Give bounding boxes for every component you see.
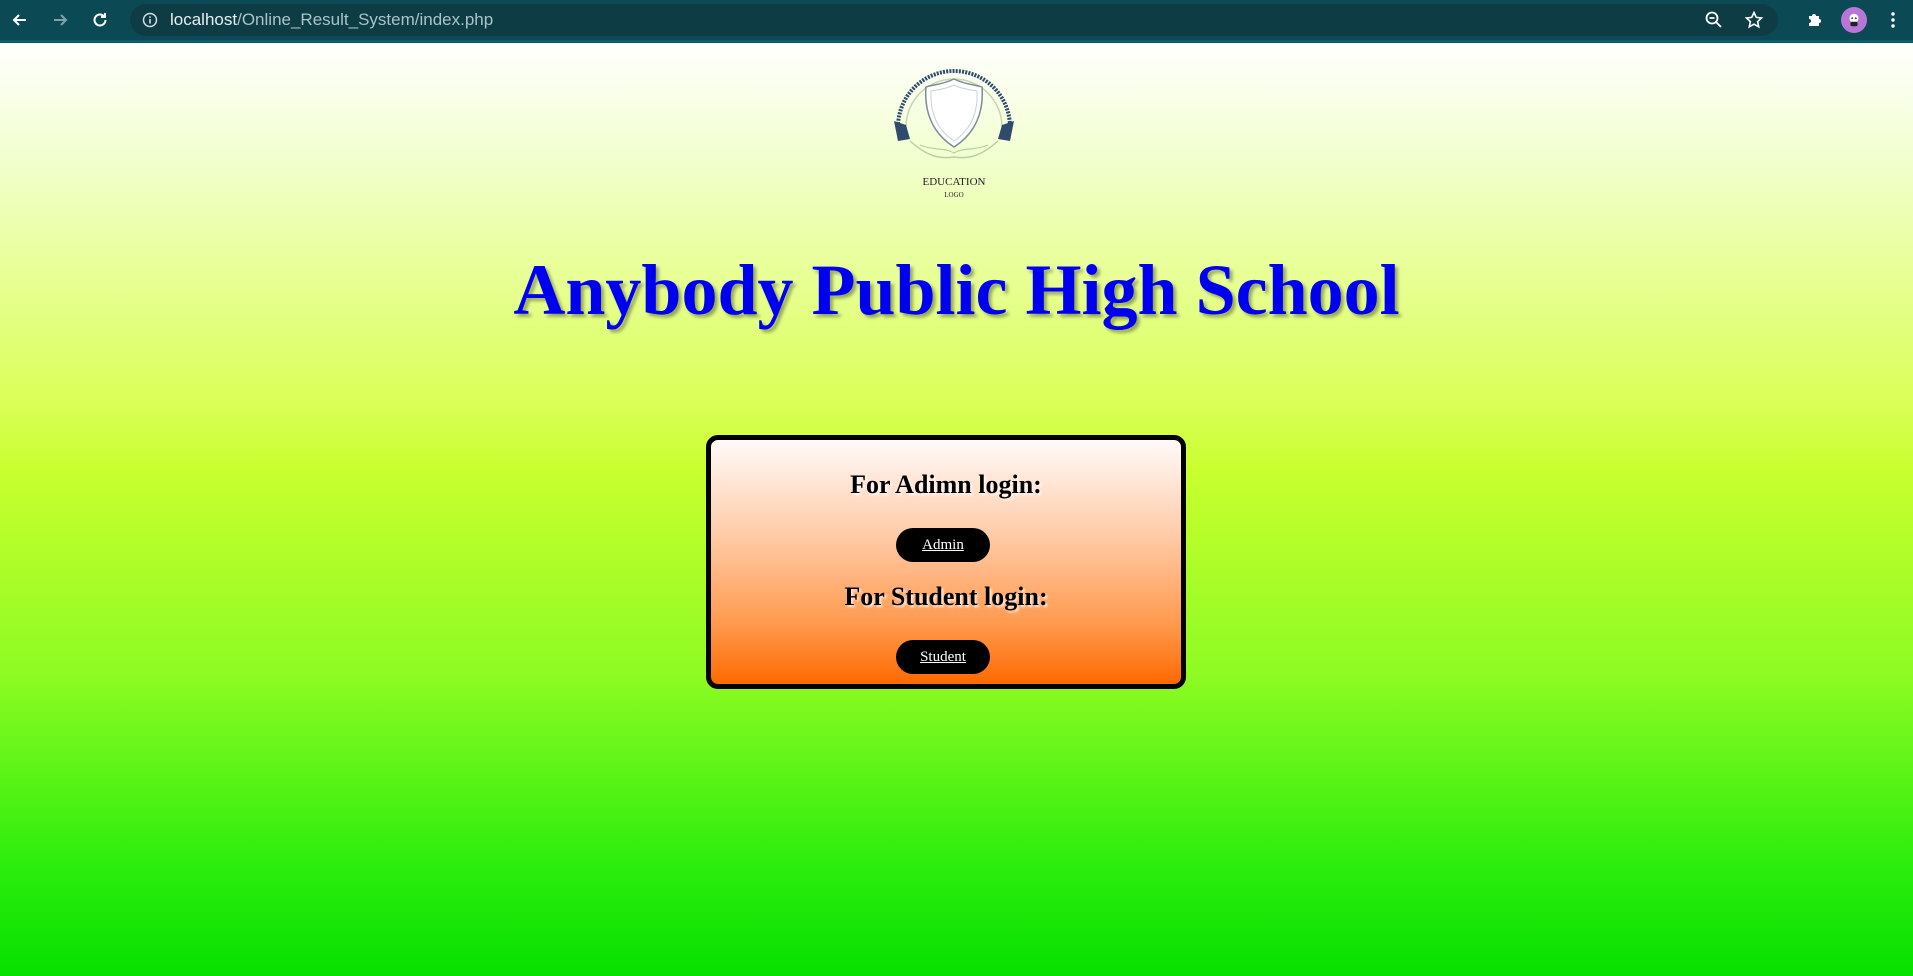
school-logo: EDUCATION LOGO	[880, 49, 1028, 209]
logo-text-logo: LOGO	[944, 191, 964, 199]
avatar-icon	[1849, 13, 1859, 27]
login-panel: For Adimn login: Admin For Student login…	[706, 435, 1186, 689]
arrow-right-icon	[54, 14, 68, 26]
reload-button[interactable]	[80, 0, 120, 40]
admin-login-button[interactable]: Admin	[896, 528, 990, 562]
page-body: EDUCATION LOGO Anybody Public High Schoo…	[0, 43, 1913, 976]
url-host: localhost	[170, 10, 238, 29]
forward-button[interactable]	[40, 0, 80, 40]
star-icon	[1744, 10, 1764, 29]
shield-logo-icon	[894, 69, 1014, 159]
student-login-heading: For Student login:	[844, 582, 1048, 611]
reload-icon	[93, 13, 107, 27]
puzzle-icon	[1809, 14, 1821, 26]
page-title: Anybody Public High School	[513, 250, 1400, 330]
site-info-icon[interactable]	[130, 12, 170, 28]
student-login-button[interactable]: Student	[896, 640, 990, 674]
url-text[interactable]: localhost/Online_Result_System/index.php	[170, 10, 493, 30]
more-vert-icon	[1891, 12, 1895, 28]
menu-button[interactable]	[1873, 0, 1913, 40]
address-bar[interactable]: localhost/Online_Result_System/index.php	[130, 4, 1778, 36]
browser-toolbar: localhost/Online_Result_System/index.php	[0, 0, 1913, 40]
extensions-button[interactable]	[1795, 0, 1835, 40]
logo-text-education: EDUCATION	[922, 176, 986, 188]
admin-login-heading: For Adimn login:	[850, 470, 1042, 499]
zoom-out-icon	[1705, 11, 1722, 28]
url-path: /Online_Result_System/index.php	[237, 10, 494, 29]
arrow-left-icon	[12, 14, 26, 26]
back-button[interactable]	[0, 0, 40, 40]
profile-avatar[interactable]	[1841, 7, 1867, 33]
zoom-button[interactable]	[1698, 4, 1730, 36]
bookmark-button[interactable]	[1738, 4, 1770, 36]
